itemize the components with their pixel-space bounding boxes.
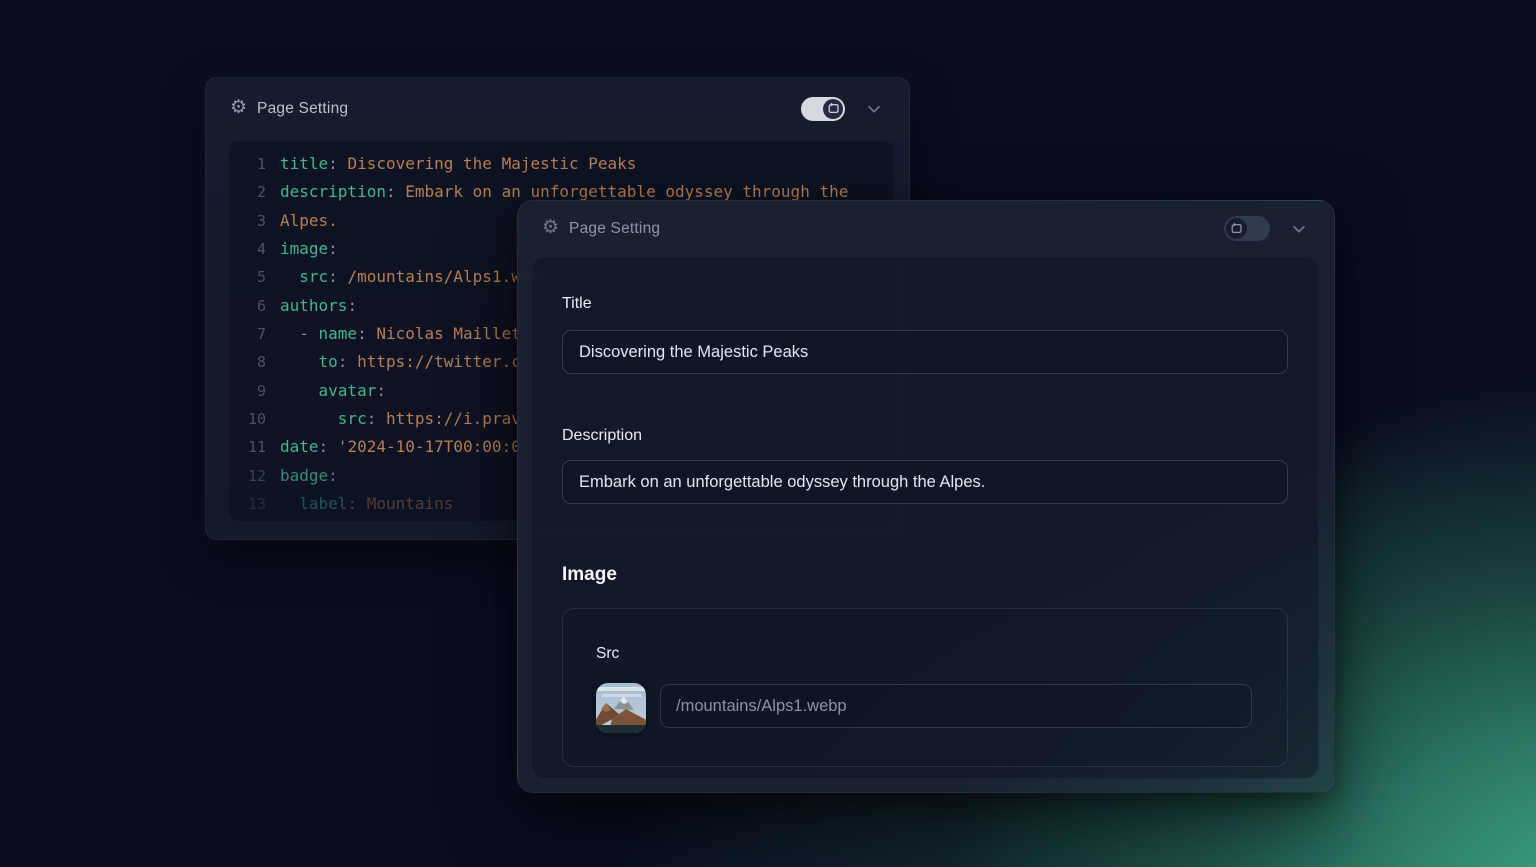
description-label: Description bbox=[562, 427, 642, 445]
image-thumbnail[interactable] bbox=[596, 683, 646, 733]
line-number: 13 bbox=[229, 490, 266, 518]
mountain-photo bbox=[596, 683, 646, 733]
code-square-icon bbox=[1230, 222, 1243, 235]
toggle-knob bbox=[1226, 218, 1247, 239]
line-number: 7 bbox=[229, 320, 266, 348]
code-line: 1 title: Discovering the Majestic Peaks bbox=[229, 150, 893, 178]
line-number: 5 bbox=[229, 263, 266, 291]
image-section-heading: Image bbox=[562, 564, 617, 586]
code-text: badge: bbox=[280, 462, 338, 490]
collapse-chevron-button[interactable] bbox=[1288, 218, 1310, 240]
panel-header: ⚙ Page Setting bbox=[206, 78, 909, 139]
panel-header: ⚙ Page Setting bbox=[518, 201, 1334, 256]
gear-icon: ⚙ bbox=[230, 98, 247, 117]
code-text: avatar: bbox=[280, 377, 386, 405]
code-text: Alpes. bbox=[280, 207, 338, 235]
description-input[interactable] bbox=[562, 460, 1288, 504]
code-text: date: '2024-10-17T00:00:0 bbox=[280, 433, 521, 461]
code-text: src: https://i.prav bbox=[280, 405, 521, 433]
line-number: 3 bbox=[229, 207, 266, 235]
code-text: title: Discovering the Majestic Peaks bbox=[280, 150, 636, 178]
line-number: 1 bbox=[229, 150, 266, 178]
title-input[interactable] bbox=[562, 330, 1288, 374]
form-card: Title Description Image Src bbox=[531, 256, 1319, 779]
line-number: 8 bbox=[229, 348, 266, 376]
collapse-chevron-button[interactable] bbox=[863, 98, 885, 120]
line-number: 6 bbox=[229, 292, 266, 320]
panel-title: Page Setting bbox=[257, 100, 348, 118]
line-number: 11 bbox=[229, 433, 266, 461]
line-number: 4 bbox=[229, 235, 266, 263]
line-number: 2 bbox=[229, 178, 266, 206]
page-setting-panel-form: ⚙ Page Setting Title bbox=[517, 200, 1335, 793]
code-text: label: Mountains bbox=[280, 490, 453, 518]
line-number: 9 bbox=[229, 377, 266, 405]
code-square-icon bbox=[827, 102, 840, 115]
code-text: src: /mountains/Alps1.webp bbox=[280, 263, 550, 291]
line-number: 10 bbox=[229, 405, 266, 433]
code-text: authors: bbox=[280, 292, 357, 320]
code-view-toggle[interactable] bbox=[1224, 216, 1270, 241]
chevron-down-icon bbox=[1288, 218, 1310, 240]
chevron-down-icon bbox=[863, 98, 885, 120]
toggle-knob bbox=[823, 99, 843, 119]
code-text: to: https://twitter.c bbox=[280, 348, 521, 376]
panel-title: Page Setting bbox=[569, 220, 660, 238]
image-fieldset: Src bbox=[562, 608, 1288, 767]
title-label: Title bbox=[562, 295, 592, 313]
src-input[interactable] bbox=[660, 684, 1252, 728]
code-view-toggle[interactable] bbox=[801, 97, 845, 121]
code-text: - name: Nicolas Maillet bbox=[280, 320, 521, 348]
src-label: Src bbox=[596, 645, 619, 663]
code-text: image: bbox=[280, 235, 338, 263]
gear-icon: ⚙ bbox=[542, 218, 559, 237]
line-number: 12 bbox=[229, 462, 266, 490]
